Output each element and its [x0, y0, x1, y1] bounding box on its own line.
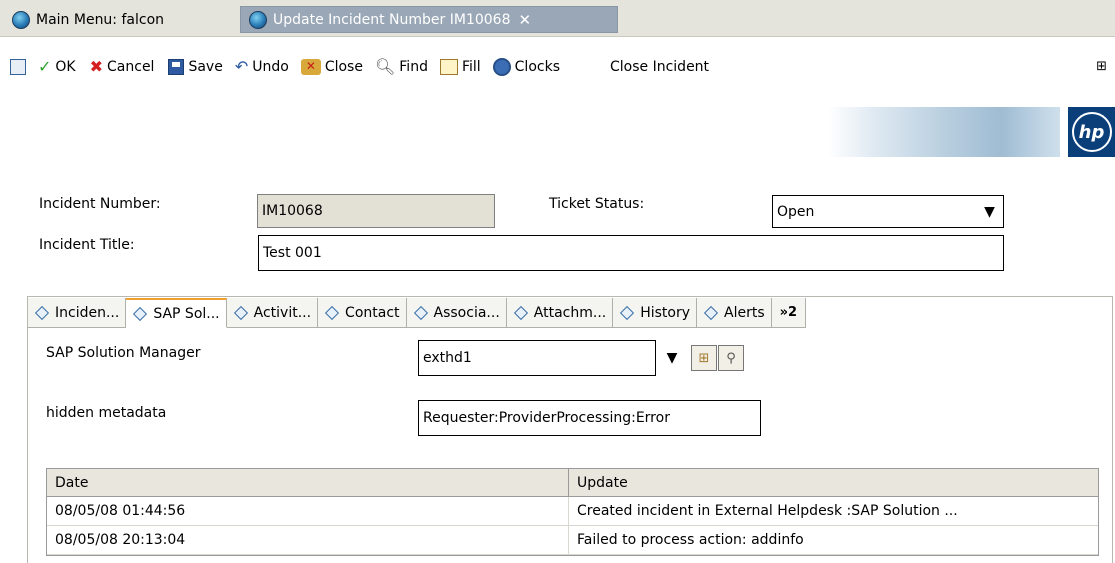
column-header-update[interactable]: Update	[569, 469, 1098, 496]
tab-contact[interactable]: Contact	[318, 298, 407, 328]
incident-title-label: Incident Title:	[39, 237, 135, 253]
table-row[interactable]: 08/05/08 01:44:56 Created incident in Ex…	[47, 497, 1098, 526]
find-button[interactable]: ⚲	[718, 345, 744, 371]
table-row[interactable]: 08/05/08 20:13:04 Failed to process acti…	[47, 526, 1098, 555]
close-button[interactable]: Close	[297, 53, 367, 81]
table-cell-date: 08/05/08 20:13:04	[47, 526, 569, 554]
column-header-date[interactable]: Date	[47, 469, 569, 496]
menu-icon: ⊞	[1096, 59, 1107, 74]
diamond-icon	[620, 305, 635, 320]
find-button[interactable]: 🔍︎ Find	[371, 53, 432, 81]
overflow-button[interactable]: ⊞	[1092, 53, 1115, 81]
save-button[interactable]: Save	[164, 53, 226, 81]
diamond-icon	[413, 305, 428, 320]
tab-label: Associa...	[433, 304, 500, 321]
magnifier-icon: ⚲	[726, 350, 736, 366]
updates-table: Date Update 08/05/08 01:44:56 Created in…	[46, 468, 1099, 556]
tab-main-menu[interactable]: Main Menu: falcon	[4, 6, 234, 33]
table-cell-update: Failed to process action: addinfo	[577, 532, 804, 548]
table-cell-date: 08/05/08 01:44:56	[47, 497, 569, 525]
ok-button[interactable]: ✓ OK	[34, 53, 80, 81]
banner-image	[828, 107, 1060, 157]
close-incident-label: Close Incident	[610, 59, 710, 75]
close-incident-button[interactable]: Close Incident	[606, 53, 713, 81]
floppy-icon	[168, 59, 185, 75]
incident-number-label: Incident Number:	[39, 196, 161, 212]
save-label: Save	[188, 59, 223, 75]
sap-solution-manager-field[interactable]: exthd1	[418, 340, 656, 376]
tab-main-menu-label: Main Menu: falcon	[36, 11, 165, 28]
globe-icon	[12, 10, 30, 29]
clock-icon	[492, 58, 511, 76]
clocks-label: Clocks	[514, 59, 560, 75]
window-tab-bar: Main Menu: falcon Update Incident Number…	[0, 0, 1115, 37]
tab-label: Inciden...	[55, 304, 120, 321]
find-label: Find	[399, 59, 428, 75]
ticket-status-select[interactable]: Open	[772, 195, 977, 228]
tab-attachments[interactable]: Attachm...	[506, 298, 614, 328]
magnifier-icon: 🔍︎	[374, 57, 396, 76]
fill-icon	[439, 59, 458, 75]
sap-solution-manager-label: SAP Solution Manager	[46, 345, 201, 361]
globe-icon	[249, 10, 267, 29]
chevron-down-icon: ▼	[666, 350, 678, 366]
fill-button[interactable]: Fill	[436, 53, 485, 81]
undo-label: Undo	[252, 59, 289, 75]
table-cell-update: Created incident in External Helpdesk :S…	[577, 503, 958, 519]
tab-label: Attachm...	[533, 304, 607, 321]
clocks-button[interactable]: Clocks	[489, 53, 564, 81]
diamond-icon	[703, 305, 719, 320]
detail-tabs: Inciden... SAP Sol... Activit... Contact…	[28, 298, 807, 328]
diamond-icon	[34, 305, 50, 320]
undo-button[interactable]: ↶ Undo	[231, 53, 293, 81]
close-door-icon	[300, 58, 321, 75]
diamond-icon	[513, 305, 528, 320]
tab-label: SAP Sol...	[153, 305, 220, 322]
toolbar: ✓ OK ✖ Cancel Save ↶ Undo Close 🔍︎ Find …	[0, 49, 1115, 85]
incident-number-field: IM10068	[257, 194, 495, 228]
close-tab-icon[interactable]: ✕	[519, 11, 532, 29]
ok-label: OK	[55, 59, 76, 75]
undo-icon: ↶	[234, 57, 249, 76]
hidden-metadata-label: hidden metadata	[46, 405, 167, 421]
tab-update-incident[interactable]: Update Incident Number IM10068 ✕	[240, 6, 618, 33]
tab-label: Contact	[345, 304, 400, 321]
tab-label: Activit...	[253, 304, 312, 321]
fill-label: Fill	[461, 59, 481, 75]
hp-logo: hp	[1068, 107, 1115, 157]
ticket-status-label: Ticket Status:	[549, 196, 645, 212]
layout-icon	[10, 59, 26, 75]
diamond-icon	[133, 306, 148, 321]
check-icon: ✓	[38, 57, 52, 76]
fill-icon: ⊞	[698, 350, 710, 366]
tab-activities[interactable]: Activit...	[226, 298, 319, 328]
diamond-icon	[324, 305, 340, 320]
hidden-metadata-field[interactable]: Requester:ProviderProcessing:Error	[418, 400, 761, 436]
more-tabs-button[interactable]: »2	[771, 298, 807, 328]
layout-button[interactable]	[0, 53, 34, 81]
sap-solution-manager-dropdown-button[interactable]: ▼	[658, 340, 686, 376]
tab-label: History	[640, 304, 691, 321]
cancel-button[interactable]: ✖ Cancel	[86, 53, 159, 81]
tab-alerts[interactable]: Alerts	[697, 298, 772, 328]
tab-label: Alerts	[724, 304, 765, 321]
ticket-status-dropdown-button[interactable]: ▼	[976, 195, 1004, 228]
tab-associations[interactable]: Associa...	[406, 298, 507, 328]
close-label: Close	[324, 59, 363, 75]
tab-history[interactable]: History	[613, 298, 698, 328]
tab-incident[interactable]: Inciden...	[28, 298, 127, 328]
incident-title-field[interactable]: Test 001	[258, 235, 1004, 271]
cancel-label: Cancel	[107, 59, 155, 75]
diamond-icon	[233, 305, 248, 320]
tab-sap-solution[interactable]: SAP Sol...	[126, 298, 227, 328]
table-header: Date Update	[47, 469, 1098, 497]
x-icon: ✖	[89, 57, 104, 76]
tab-update-incident-label: Update Incident Number IM10068	[273, 11, 511, 28]
fill-button[interactable]: ⊞	[691, 345, 717, 371]
chevron-down-icon: ▼	[984, 203, 995, 220]
